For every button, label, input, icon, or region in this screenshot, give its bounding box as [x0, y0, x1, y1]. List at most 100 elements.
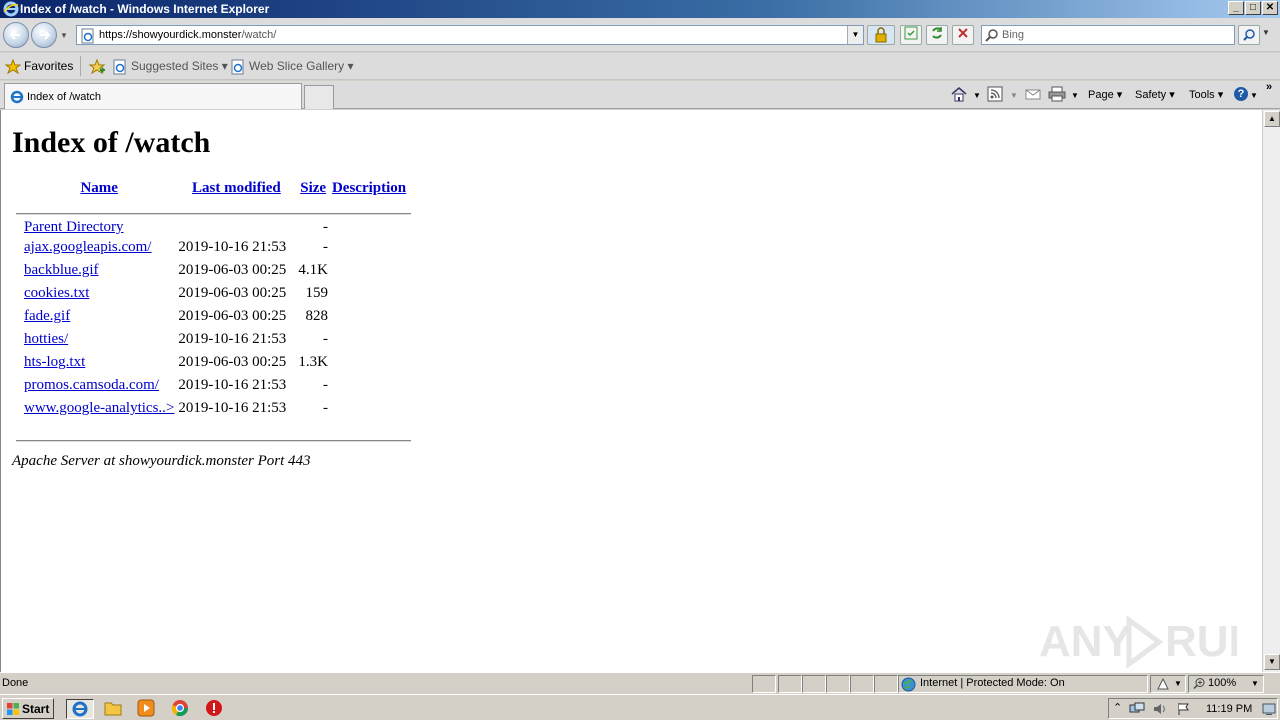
search-button[interactable] — [1238, 25, 1260, 45]
size-cell: - — [322, 400, 328, 416]
file-name-cell: backblue.gif — [15, 259, 175, 282]
print-icon[interactable] — [1048, 86, 1066, 102]
search-options-dropdown-icon[interactable]: ▼ — [1262, 28, 1270, 37]
file-name-cell: ajax.googleapis.com/ — [15, 236, 175, 259]
home-icon[interactable] — [950, 86, 968, 102]
show-desktop-icon[interactable] — [1262, 702, 1276, 716]
address-dropdown-icon[interactable]: ▼ — [847, 26, 863, 44]
read-mail-icon[interactable] — [1025, 86, 1041, 102]
file-link[interactable]: ajax.googleapis.com/ — [24, 239, 151, 255]
start-button[interactable]: Start — [2, 698, 54, 719]
tools-menu[interactable]: Tools ▾ — [1189, 88, 1223, 101]
safety-menu[interactable]: Safety ▾ — [1135, 88, 1175, 101]
file-link[interactable]: cookies.txt — [24, 285, 89, 301]
vertical-scrollbar[interactable]: ▲ ▼ — [1262, 110, 1280, 672]
feeds-icon[interactable] — [987, 86, 1003, 102]
file-name-cell: fade.gif — [15, 305, 175, 328]
add-to-favorites-bar-icon[interactable] — [88, 58, 106, 76]
back-button[interactable] — [3, 22, 29, 48]
file-link[interactable]: hts-log.txt — [24, 354, 85, 370]
favorites-button[interactable]: Favorites — [24, 59, 73, 73]
forward-arrow-icon — [40, 30, 51, 40]
page-icon — [81, 28, 94, 44]
taskbar-internet-explorer-button[interactable] — [66, 699, 94, 719]
help-icon[interactable]: ? — [1234, 87, 1248, 101]
file-name-cell: cookies.txt — [15, 282, 175, 305]
file-link[interactable]: backblue.gif — [24, 262, 99, 278]
navigation-bar: ▼ https://showyourdick.monster/watch/ ▼ … — [0, 18, 1280, 52]
file-link[interactable]: fade.gif — [24, 308, 70, 324]
favorites-separator — [80, 56, 81, 76]
sort-by-size-link[interactable]: Size — [300, 180, 326, 196]
security-lock-icon[interactable] — [867, 25, 895, 45]
refresh-icon[interactable] — [926, 25, 948, 45]
file-name-cell: promos.camsoda.com/ — [15, 374, 175, 397]
forward-button[interactable] — [31, 22, 57, 48]
internet-explorer-icon — [3, 1, 19, 17]
stop-sign-app-icon[interactable] — [205, 699, 225, 719]
table-row: promos.camsoda.com/2019-10-16 21:53 - — [15, 374, 407, 397]
help-dropdown-icon[interactable]: ▼ — [1250, 91, 1258, 100]
recent-pages-dropdown-icon[interactable]: ▼ — [60, 31, 68, 40]
svg-text:RUN: RUN — [1165, 617, 1237, 666]
table-row: cookies.txt 2019-06-03 00:25 159 — [15, 282, 407, 305]
zoom-dropdown-icon[interactable]: ▼ — [1251, 679, 1259, 688]
column-modified-header: Last modified — [177, 180, 295, 206]
media-player-icon[interactable] — [137, 699, 157, 719]
address-url[interactable]: https://showyourdick.monster/watch/ — [99, 29, 276, 41]
description-cell — [331, 397, 407, 420]
last-modified-cell: 2019-06-03 00:25 — [178, 308, 287, 324]
suggested-sites-link[interactable]: Suggested Sites ▾ — [131, 59, 228, 73]
print-dropdown-icon[interactable]: ▼ — [1071, 91, 1079, 100]
file-name-cell: hts-log.txt — [15, 351, 175, 374]
clock[interactable]: 11:19 PM — [1206, 703, 1252, 715]
web-slice-gallery-link[interactable]: Web Slice Gallery ▾ — [249, 59, 354, 73]
file-link[interactable]: Parent Directory — [24, 219, 124, 235]
chrome-icon[interactable] — [171, 699, 191, 719]
column-name-header: Name — [15, 180, 175, 206]
title-bar: Index of /watch - Windows Internet Explo… — [0, 0, 1280, 18]
sort-by-last-modified-link[interactable]: Last modified — [192, 180, 281, 196]
search-icon — [985, 29, 998, 42]
scroll-down-button[interactable]: ▼ — [1264, 654, 1280, 670]
size-cell: - — [322, 239, 328, 255]
home-dropdown-icon[interactable]: ▼ — [973, 91, 981, 100]
file-link[interactable]: hotties/ — [24, 331, 68, 347]
close-button[interactable]: ✕ — [1262, 1, 1278, 15]
tab-index-of-watch[interactable]: Index of /watch — [4, 83, 302, 109]
last-modified-cell: 2019-10-16 21:53 — [178, 331, 287, 347]
status-pane — [778, 675, 802, 693]
popup-blocker-icon[interactable] — [1156, 677, 1170, 691]
system-tray: ⌃ 11:19 PM — [1108, 698, 1278, 719]
favorites-bar: Favorites Suggested Sites ▾ Web Slice Ga… — [0, 53, 1280, 80]
sort-by-description-link[interactable]: Description — [332, 180, 406, 196]
table-row: fade.gif 2019-06-03 00:25 828 — [15, 305, 407, 328]
scroll-up-button[interactable]: ▲ — [1264, 111, 1280, 127]
popup-dropdown-icon[interactable]: ▼ — [1174, 679, 1182, 688]
show-hidden-icons-chevron-icon[interactable]: ⌃ — [1113, 701, 1122, 714]
suggested-sites-icon — [113, 59, 126, 75]
file-link[interactable]: www.google-analytics..> — [24, 400, 174, 416]
feeds-dropdown-icon[interactable]: ▼ — [1010, 91, 1018, 100]
file-link[interactable]: promos.camsoda.com/ — [24, 377, 159, 393]
maximize-button[interactable]: □ — [1245, 1, 1261, 15]
search-input[interactable]: Bing — [981, 25, 1235, 45]
url-path: /watch/ — [241, 29, 277, 41]
file-explorer-icon[interactable] — [104, 699, 124, 719]
web-slice-gallery-icon — [231, 59, 244, 75]
compatibility-view-icon[interactable] — [900, 25, 922, 45]
page-menu[interactable]: Page ▾ — [1088, 88, 1122, 101]
new-tab-button[interactable] — [304, 85, 334, 109]
more-commands-chevron-icon[interactable]: » — [1266, 81, 1272, 93]
start-label: Start — [22, 702, 50, 716]
address-field[interactable]: https://showyourdick.monster/watch/ ▼ — [76, 25, 864, 45]
description-cell — [331, 259, 407, 282]
minimize-button[interactable]: _ — [1228, 1, 1244, 15]
favorites-star-icon — [5, 59, 21, 75]
action-center-flag-icon[interactable] — [1177, 702, 1191, 716]
network-icon[interactable] — [1129, 702, 1145, 716]
sort-by-name-link[interactable]: Name — [80, 180, 118, 196]
stop-icon[interactable] — [952, 25, 974, 45]
volume-icon[interactable] — [1153, 702, 1167, 716]
page-heading: Index of /watch — [12, 126, 211, 159]
